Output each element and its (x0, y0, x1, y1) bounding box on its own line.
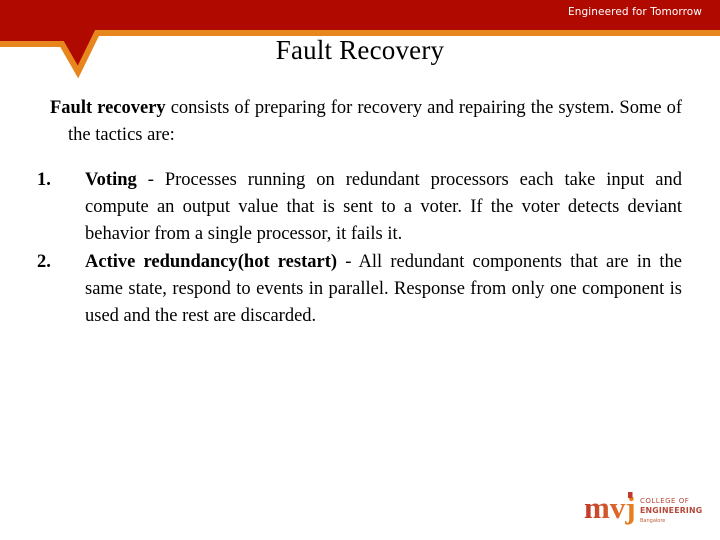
list-item: 2. Active redundancy(hot restart) - All r… (37, 249, 682, 330)
slide: Engineered for Tomorrow Fault Recovery F… (0, 0, 720, 540)
slide-content: Fault recovery consists of preparing for… (0, 95, 720, 330)
intro-paragraph: Fault recovery consists of preparing for… (50, 95, 682, 149)
mvj-j-dot (628, 492, 633, 498)
logo-college-of-text: COLLEGE OF (640, 497, 689, 505)
page-title: Fault Recovery (275, 35, 445, 65)
list-item-term: Voting (85, 170, 137, 190)
list-item-number: 2. (37, 252, 51, 272)
mvj-wordmark: mvj (584, 490, 636, 525)
tagline: Engineered for Tomorrow (567, 6, 702, 18)
logo-location-text: Bangalore (640, 518, 665, 524)
mvj-logo-graphic: mvj COLLEGE OF ENGINEERING Bangalore (584, 490, 702, 525)
list-item-text: - Processes running on redundant process… (85, 170, 682, 244)
list-item-number: 1. (37, 170, 51, 190)
list-item: 1. Voting - Processes running on redundan… (37, 167, 682, 248)
intro-lead-term: Fault recovery (50, 98, 166, 118)
tactics-list: 1. Voting - Processes running on redundan… (0, 167, 682, 330)
list-item-term: Active redundancy(hot restart) (85, 252, 338, 272)
logo-engineering-text: ENGINEERING (640, 506, 702, 515)
mvj-college-logo: mvj COLLEGE OF ENGINEERING Bangalore (584, 489, 702, 527)
